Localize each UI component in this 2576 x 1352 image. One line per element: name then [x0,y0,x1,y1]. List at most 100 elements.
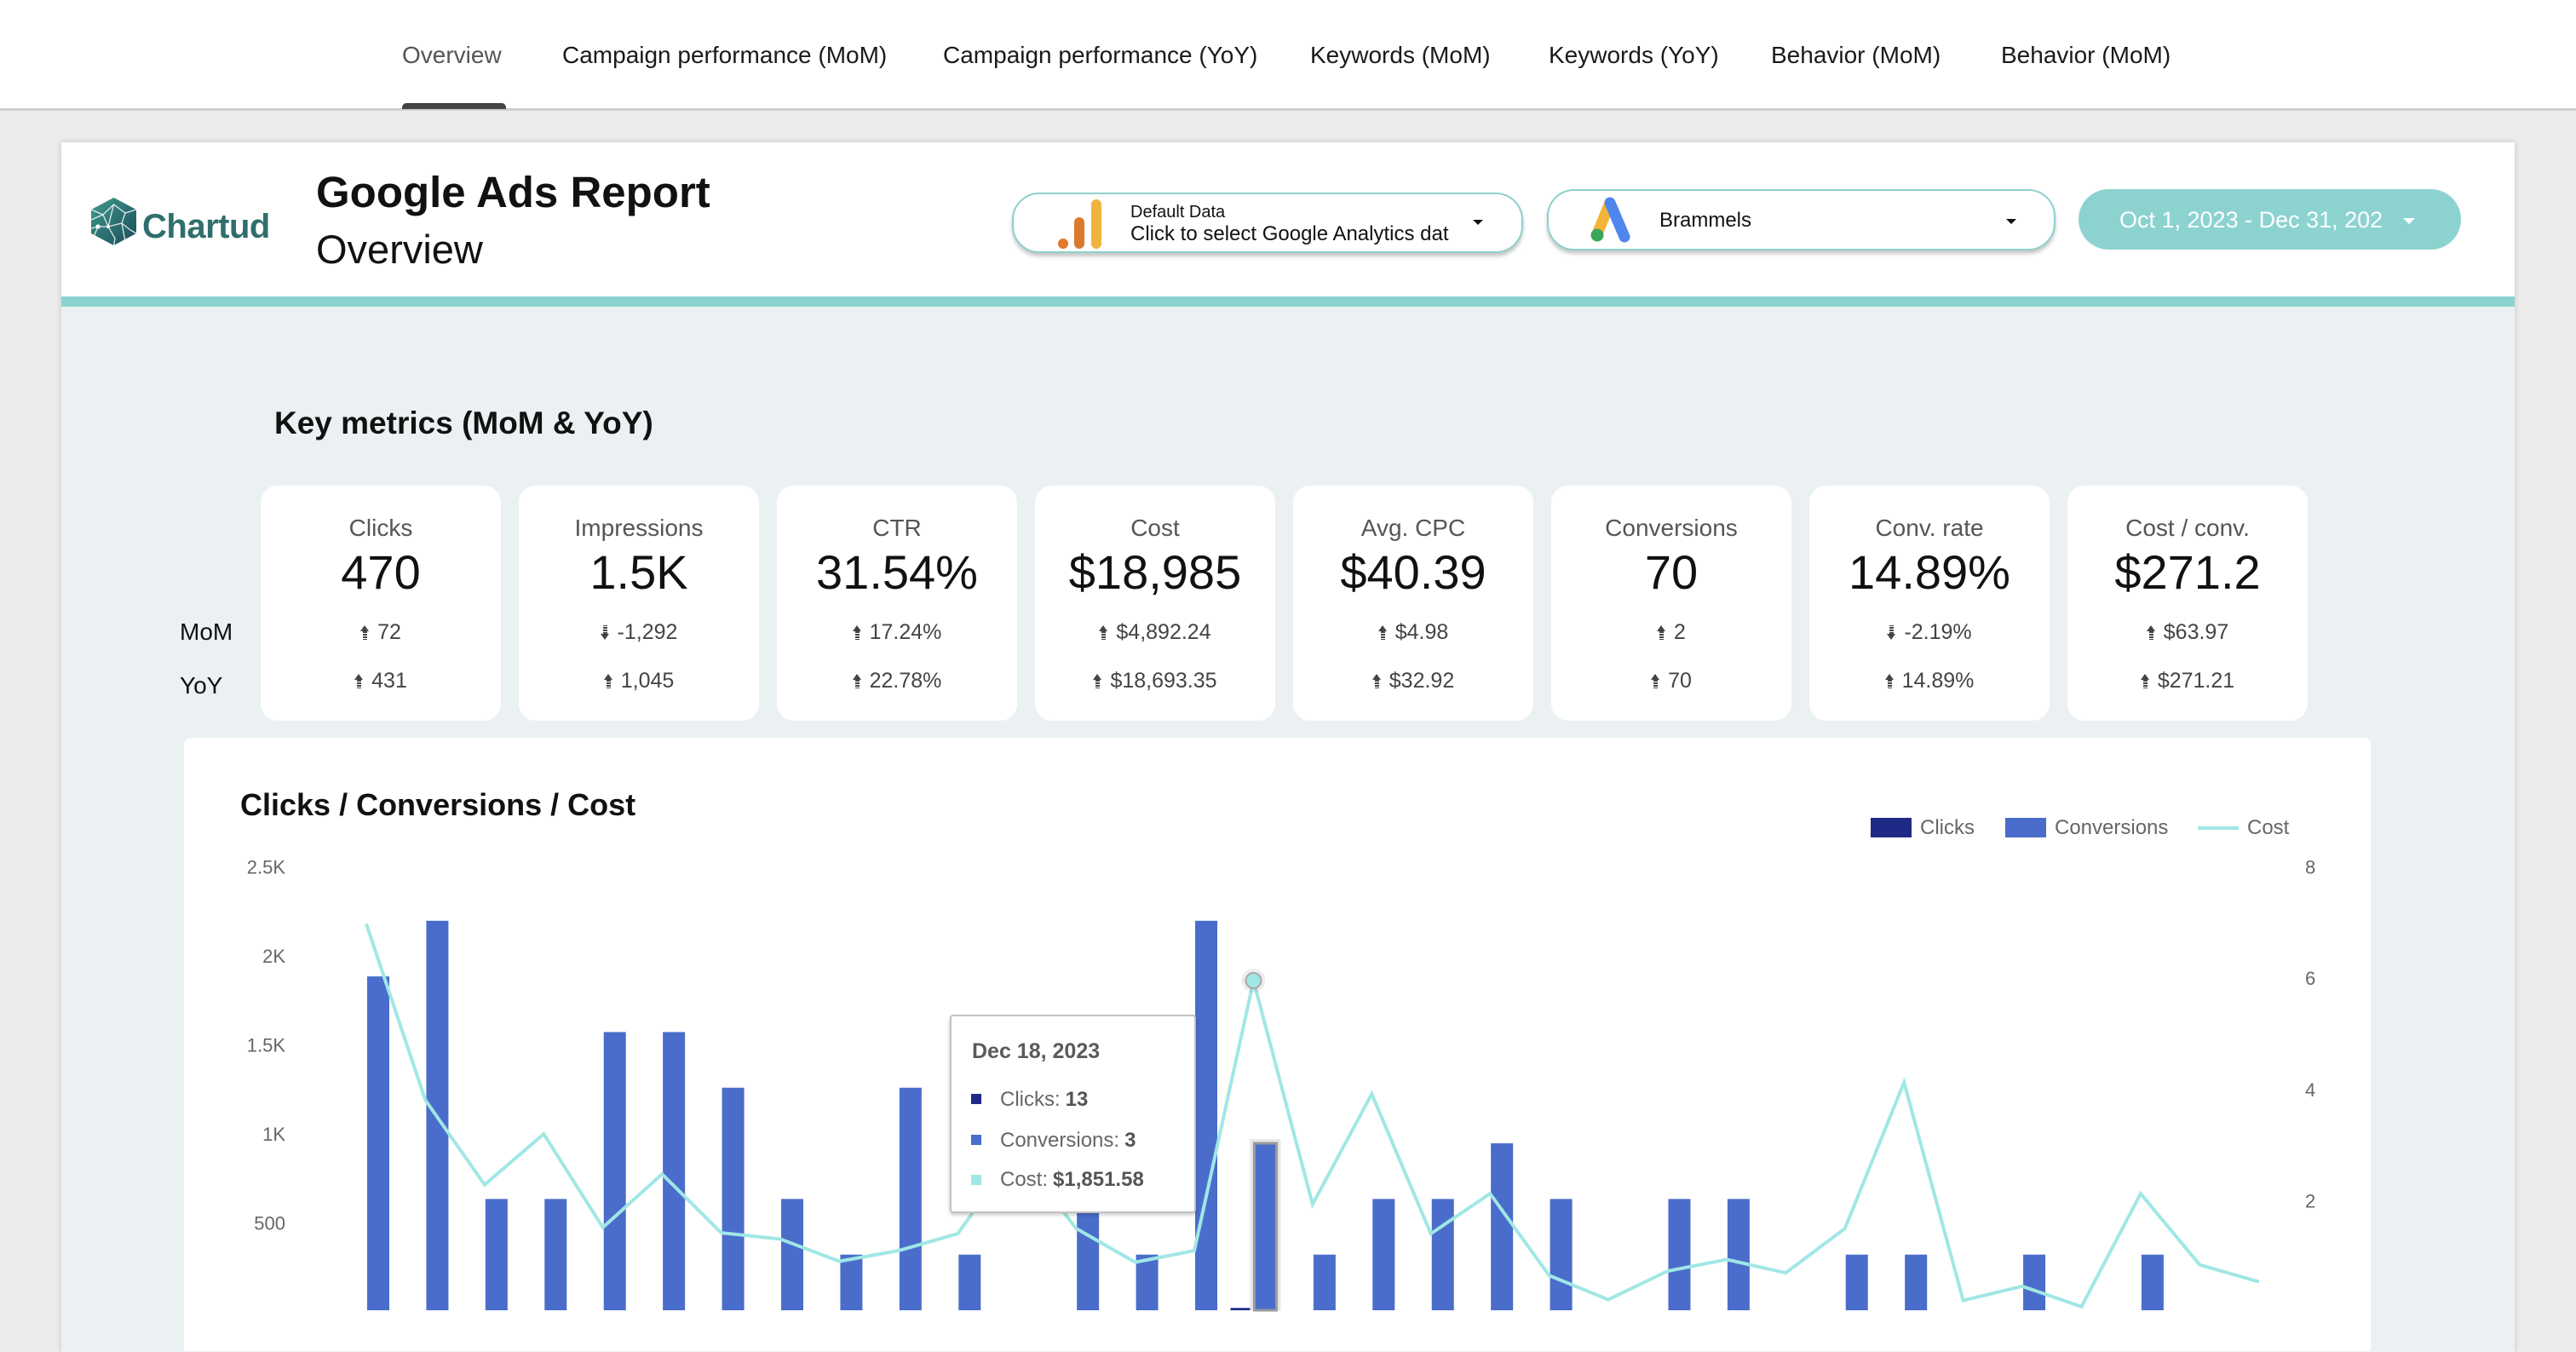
tab-campaign-performance-yoy[interactable]: Campaign performance (YoY) [943,0,1257,111]
tab-keywords-yoy[interactable]: Keywords (YoY) [1549,0,1719,111]
metric-yoy-value: $18,693.35 [1110,669,1217,693]
tooltip-date: Dec 18, 2023 [972,1039,1101,1063]
metric-yoy-value: $271.21 [2157,669,2235,693]
clicks-conversions-cost-chart: Clicks / Conversions / Cost Clicks Conve… [184,738,2371,1351]
metric-yoy-delta: 1,045 [519,670,759,692]
tab-behavior-mom[interactable]: Behavior (MoM) [1771,0,1941,111]
account-selector[interactable]: Brammels [1547,189,2056,250]
metric-card-conversions: Conversions 70 2 70 [1551,486,1791,721]
y-right-tick-label: 2 [2305,1190,2315,1211]
conversions-bar[interactable] [1431,1199,1454,1310]
metric-yoy-delta: $271.21 [2067,670,2308,692]
conversions-bar[interactable] [2023,1254,2046,1310]
arrow-up-icon [1651,674,1660,688]
page-subtitle: Overview [316,227,483,272]
metric-value: $271.2 [2114,545,2261,599]
chart-plot[interactable]: 500 1K 1.5K 2K 2.5K 2 4 6 8 [184,738,2371,1351]
metric-value: 1.5K [589,545,688,599]
y-left-tick-label: 1K [262,1124,285,1145]
metric-card-cost: Cost $18,985 $4,892.24 $18,693.35 [1035,486,1275,721]
metric-card-ctr: CTR 31.54% 17.24% 22.78% [777,486,1017,721]
metric-yoy-delta: $18,693.35 [1035,670,1275,692]
conversions-bar[interactable] [899,1087,922,1310]
conversions-bar[interactable] [1313,1254,1336,1310]
tab-keywords-mom[interactable]: Keywords (MoM) [1310,0,1491,111]
conversions-bar[interactable] [1845,1254,1868,1310]
data-source-selector[interactable]: Default Data Click to select Google Anal… [1012,193,1523,253]
conversions-bar[interactable] [840,1254,863,1310]
metric-mom-delta: 2 [1551,622,1791,643]
metric-label: Impressions [574,515,704,541]
conversions-bar[interactable] [544,1199,567,1310]
caret-down-icon [1473,220,1483,225]
metric-mom-value: 2 [1674,620,1686,644]
chart-tooltip: Dec 18, 2023 Clicks: 13 Conversions: 3 Cos… [950,1015,1196,1213]
y-right-tick-label: 6 [2305,968,2315,989]
top-nav: Overview Campaign performance (MoM) Camp… [0,0,2576,111]
conversions-bar[interactable] [1195,920,1218,1310]
metric-value: 31.54% [816,545,978,599]
tooltip-label: Cost: [1000,1168,1049,1191]
arrow-up-icon [1884,674,1895,688]
tooltip-row-clicks: Clicks: 13 [1000,1090,1088,1110]
arrow-up-icon [360,625,370,640]
conversions-bar[interactable] [958,1254,981,1310]
data-source-value: Click to select Google Analytics dat [1130,224,1449,245]
metric-mom-delta: $4,892.24 [1035,622,1275,643]
conversions-bar[interactable] [1491,1143,1514,1310]
tooltip-row-conversions: Conversions: 3 [1000,1131,1136,1151]
date-range-picker[interactable]: Oct 1, 2023 - Dec 31, 202 [2079,189,2461,250]
mom-row-label: MoM [180,618,233,645]
tooltip-value: 13 [1065,1088,1089,1111]
metric-mom-delta: $4.98 [1293,622,1533,643]
report-panel: Chartud Google Ads Report Overview Defau… [61,142,2515,1352]
tab-campaign-performance-mom[interactable]: Campaign performance (MoM) [562,0,887,111]
metric-label: Avg. CPC [1360,515,1466,541]
tooltip-row-cost: Cost: $1,851.58 [1000,1170,1144,1190]
metric-mom-value: $4,892.24 [1116,620,1211,644]
arrow-up-icon [354,674,364,688]
metric-yoy-delta: 22.78% [777,670,1017,692]
conversions-bar[interactable] [603,1032,626,1310]
conversions-bar[interactable] [485,1199,508,1310]
conversions-bar[interactable] [367,976,389,1310]
conversions-bar[interactable] [2141,1254,2164,1310]
tab-behavior-mom-2[interactable]: Behavior (MoM) [2001,0,2171,111]
tooltip-value: $1,851.58 [1053,1168,1144,1191]
conversions-bar[interactable] [1550,1199,1573,1310]
metric-mom-value: -1,292 [617,620,678,644]
metric-label: Clicks [348,515,413,541]
conversions-bar[interactable] [1905,1254,1928,1310]
y-left-tick-label: 2.5K [247,857,286,878]
metric-yoy-value: 431 [371,669,407,693]
clicks-bar[interactable] [1230,1308,1253,1310]
conversions-bar[interactable] [1668,1199,1691,1310]
tab-overview[interactable]: Overview [402,0,502,111]
metric-card-conv-rate: Conv. rate 14.89% -2.19% 14.89% [1809,486,2050,721]
metric-yoy-value: 70 [1668,669,1692,693]
active-tab-indicator [402,103,506,109]
cost-line[interactable] [365,923,2260,1309]
conversions-bar-highlighted[interactable] [1252,1142,1278,1312]
metric-mom-delta: -1,292 [519,622,759,643]
arrow-up-icon [852,625,862,640]
metric-mom-delta: $63.97 [2067,622,2308,643]
metric-mom-value: 72 [377,620,401,644]
metric-label: Conversions [1605,515,1738,541]
conversions-bar[interactable] [722,1087,745,1310]
metric-value: 470 [341,545,421,599]
conversions-bar[interactable] [663,1032,686,1310]
chartud-hexagon-logo-icon [90,198,137,245]
metric-label: Cost / conv. [2125,515,2250,541]
cost-point-highlighted[interactable] [1245,972,1262,990]
conversions-bar[interactable] [781,1199,804,1310]
arrow-up-icon [603,674,613,688]
header-divider [61,296,2515,307]
metric-mom-value: $63.97 [2163,620,2229,644]
arrow-up-icon [2140,674,2150,688]
conversions-bar[interactable] [1727,1199,1750,1310]
conversions-bar[interactable] [1372,1199,1395,1310]
page-title: Google Ads Report [316,168,710,216]
metric-value: 70 [1644,545,1699,599]
conversions-bar[interactable] [1077,1199,1100,1310]
